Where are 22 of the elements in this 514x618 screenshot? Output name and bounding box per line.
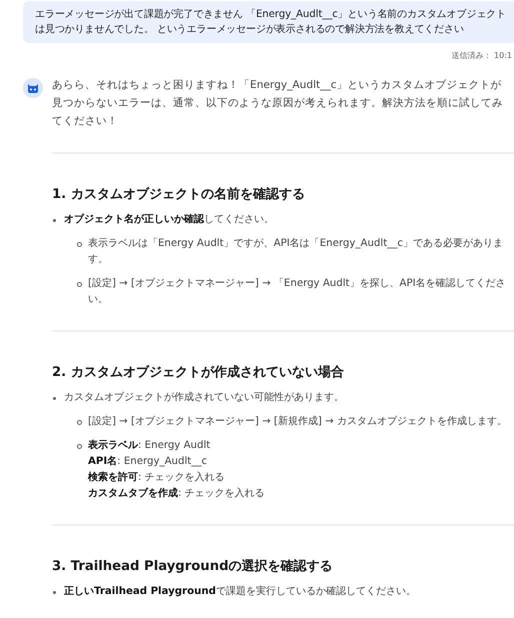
bullet-icon bbox=[77, 242, 82, 247]
list-item-text: カスタムオブジェクトが作成されていない可能性があります。 bbox=[64, 390, 345, 405]
section-heading: 3. Trailhead Playgroundの選択を確認する bbox=[52, 558, 334, 575]
bullet-icon bbox=[53, 591, 56, 594]
bullet-icon bbox=[77, 420, 82, 425]
user-message-text: は見つかりませんでした。 というエラーメッセージが表示されるので解決方法を教えてください bbox=[35, 22, 465, 37]
list-item-text: [設定] → [オブジェクトマネージャー] → 「Energy Audlt」を探し、API名を確認してください。 bbox=[88, 276, 507, 307]
list-item-text: [設定] → [オブジェクトマネージャー] → [新規作成] → カスタムオブジェクトを作成します。 bbox=[88, 414, 508, 429]
list-item-text: 正しいTrailhead Playgroundで課題を実行しているか確認してください。 bbox=[64, 584, 417, 599]
assistant-message-text: あらら、それはちょっと困りますね！「Energy_Audlt__c」というカスタムオブジェクトが見つからないエラーは、通常、以下のような原因が考えられます。解決方法を順に試してみてください！ bbox=[52, 78, 504, 129]
section-heading: 2. カスタムオブジェクトが作成されていない場合 bbox=[52, 364, 345, 381]
bullet-icon bbox=[77, 282, 82, 287]
bullet-icon bbox=[53, 219, 56, 222]
list-item-text: 表示ラベルは「Energy Audlt」ですが、API名は「Energy_Audlt__c」である必要があります。 bbox=[88, 236, 504, 267]
section-heading: 1. カスタムオブジェクトの名前を確認する bbox=[52, 186, 306, 203]
bot-avatar-icon bbox=[23, 78, 43, 98]
bullet-icon bbox=[77, 444, 82, 449]
list-item-text: 表示ラベル: Energy Audlt API名: Energy_Audlt__c 検索を許可: チェックを入れる カスタムタブを作成: チェックを入れる bbox=[88, 438, 266, 501]
user-message-text: エラーメッセージが出て課題が完了できません 「Energy_Audlt__c」という名前のカスタムオブジェクト bbox=[35, 8, 508, 22]
bullet-icon bbox=[53, 397, 56, 400]
list-item-text: オブジェクト名が正しいか確認してください。 bbox=[64, 212, 275, 227]
sent-status: 送信済み： 10:1 bbox=[451, 51, 512, 60]
